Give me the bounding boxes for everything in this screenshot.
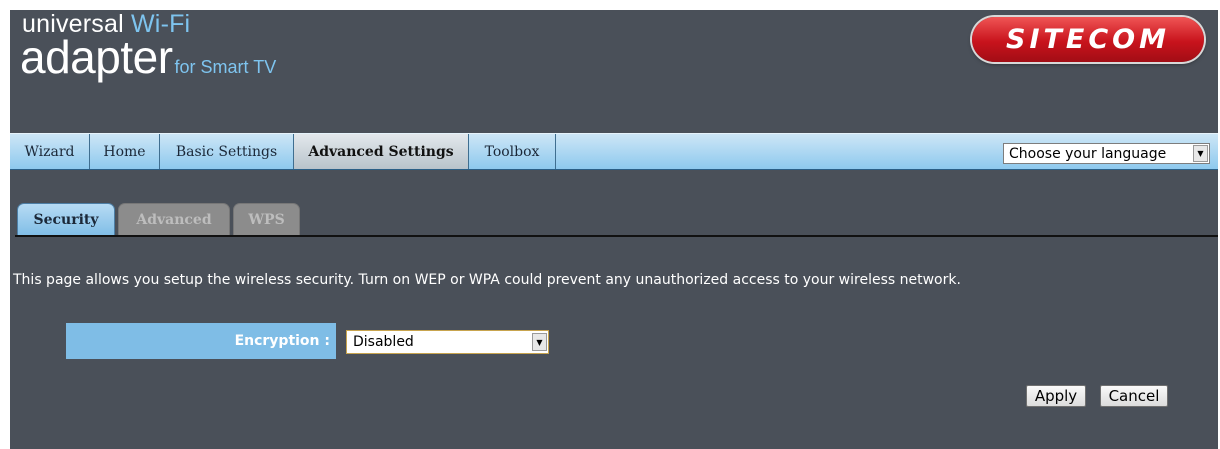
encryption-label: Encryption : bbox=[66, 323, 336, 359]
language-select[interactable]: Choose your language ▼ bbox=[1003, 143, 1210, 164]
tab-security[interactable]: Security bbox=[17, 203, 115, 236]
page-description: This page allows you setup the wireless … bbox=[13, 272, 961, 288]
nav-advanced-settings[interactable]: Advanced Settings bbox=[294, 134, 469, 169]
main-frame: universal Wi-Fi adapter for Smart TV SITE… bbox=[10, 10, 1218, 449]
logo-bottom-line: adapter for Smart TV bbox=[20, 34, 276, 80]
tab-advanced[interactable]: Advanced bbox=[118, 203, 230, 236]
brand-name: SITECOM bbox=[1006, 24, 1170, 55]
logo-word-adapter: adapter bbox=[20, 31, 173, 83]
language-select-value: Choose your language bbox=[1009, 145, 1167, 162]
apply-button[interactable]: Apply bbox=[1026, 385, 1086, 407]
logo-subtitle: for Smart TV bbox=[174, 57, 277, 77]
sitecom-logo: SITECOM bbox=[972, 17, 1204, 62]
nav-home[interactable]: Home bbox=[90, 134, 160, 169]
cancel-button[interactable]: Cancel bbox=[1100, 385, 1168, 407]
chevron-down-icon[interactable]: ▼ bbox=[532, 333, 547, 351]
tab-wps[interactable]: WPS bbox=[233, 203, 300, 236]
chevron-down-icon[interactable]: ▼ bbox=[1193, 145, 1208, 162]
nav-toolbox[interactable]: Toolbox bbox=[469, 134, 556, 169]
nav-basic-settings[interactable]: Basic Settings bbox=[160, 134, 294, 169]
nav-wizard[interactable]: Wizard bbox=[10, 134, 90, 169]
encryption-select[interactable]: Disabled ▼ bbox=[346, 330, 549, 354]
tab-divider bbox=[15, 235, 1218, 237]
encryption-select-value: Disabled bbox=[353, 334, 414, 350]
top-nav-bar: Wizard Home Basic Settings Advanced Sett… bbox=[10, 133, 1218, 170]
